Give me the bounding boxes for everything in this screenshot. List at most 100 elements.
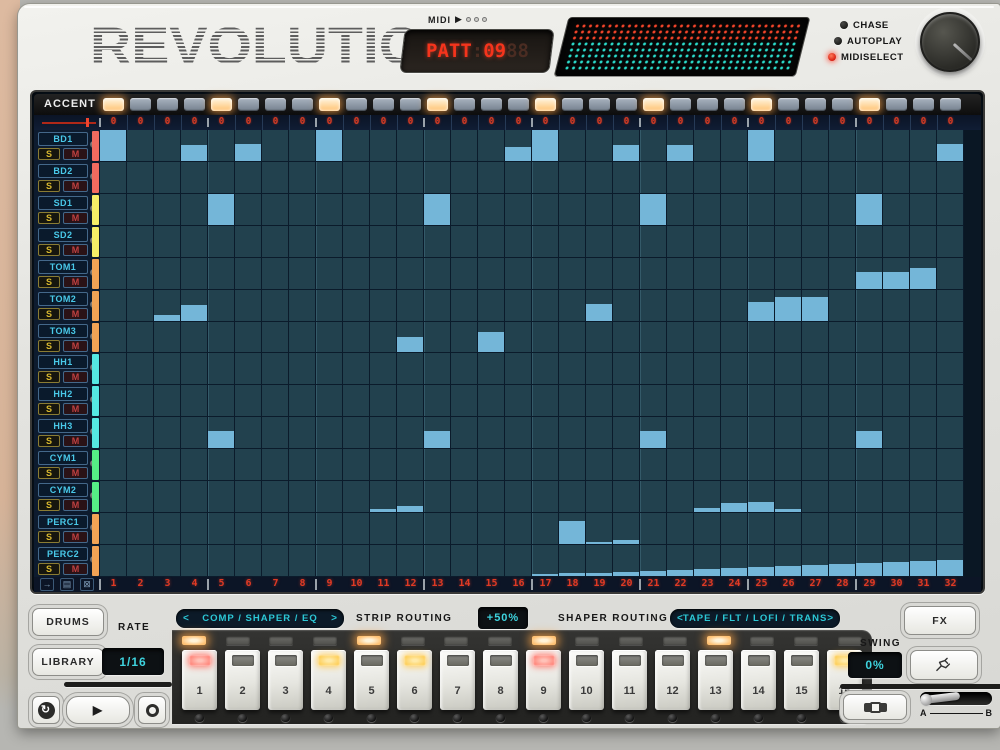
step-cell[interactable] [667, 290, 694, 322]
step-cell[interactable] [100, 545, 127, 577]
step-cell[interactable] [748, 385, 775, 417]
step-cell[interactable] [532, 194, 559, 226]
accent-step-button[interactable] [643, 98, 664, 111]
step-cell[interactable] [721, 449, 748, 481]
step-cell[interactable] [829, 417, 856, 449]
step-cell[interactable] [559, 322, 586, 354]
step-button-14[interactable]: 14 [741, 650, 776, 710]
step-cell[interactable] [208, 258, 235, 290]
step-cell[interactable] [505, 322, 532, 354]
accent-step-button[interactable] [697, 98, 718, 111]
step-cell[interactable] [451, 545, 478, 577]
step-cell[interactable] [559, 449, 586, 481]
step-cell[interactable] [127, 545, 154, 577]
step-cell[interactable] [235, 449, 262, 481]
velocity-value[interactable]: 0 [451, 116, 478, 127]
step-cell[interactable] [586, 545, 613, 577]
step-cell[interactable] [775, 353, 802, 385]
step-cell[interactable] [181, 513, 208, 545]
step-cell[interactable] [937, 162, 964, 194]
step-cell[interactable] [721, 162, 748, 194]
step-cell[interactable] [802, 449, 829, 481]
step-cell[interactable] [316, 162, 343, 194]
step-cell[interactable] [208, 417, 235, 449]
step-cell[interactable] [181, 226, 208, 258]
step-cell[interactable] [910, 417, 937, 449]
step-cell[interactable] [910, 353, 937, 385]
solo-button[interactable]: S [38, 212, 60, 224]
track-name-perc2[interactable]: PERC2 [38, 547, 88, 561]
step-cell[interactable] [289, 353, 316, 385]
step-cell[interactable] [316, 385, 343, 417]
step-cell[interactable] [505, 385, 532, 417]
step-cell[interactable] [910, 194, 937, 226]
velocity-value[interactable]: 0 [343, 116, 370, 127]
step-cell[interactable] [397, 258, 424, 290]
step-cell[interactable] [424, 481, 451, 513]
step-cell[interactable] [235, 162, 262, 194]
velocity-value[interactable]: 0 [802, 116, 829, 127]
step-cell[interactable] [505, 481, 532, 513]
step-cell[interactable] [424, 162, 451, 194]
step-cell[interactable] [532, 258, 559, 290]
velocity-value[interactable]: 0 [478, 116, 505, 127]
step-cell[interactable] [451, 481, 478, 513]
step-cell[interactable] [613, 353, 640, 385]
step-cell[interactable] [613, 481, 640, 513]
step-cell[interactable] [343, 130, 370, 162]
step-cell[interactable] [937, 322, 964, 354]
step-cell[interactable] [262, 353, 289, 385]
step-cell[interactable] [262, 290, 289, 322]
step-cell[interactable] [910, 258, 937, 290]
step-cell[interactable] [100, 130, 127, 162]
step-cell[interactable] [478, 130, 505, 162]
step-cell[interactable] [208, 194, 235, 226]
step-cell[interactable] [316, 417, 343, 449]
step-cell[interactable] [856, 353, 883, 385]
step-cell[interactable] [262, 130, 289, 162]
step-cell[interactable] [856, 290, 883, 322]
step-cell[interactable] [802, 385, 829, 417]
step-cell[interactable] [802, 194, 829, 226]
step-cell[interactable] [370, 353, 397, 385]
accent-step-button[interactable] [859, 98, 880, 111]
step-cell[interactable] [127, 353, 154, 385]
accent-step-button[interactable] [508, 98, 529, 111]
step-cell[interactable] [451, 162, 478, 194]
step-cell[interactable] [910, 449, 937, 481]
step-cell[interactable] [748, 162, 775, 194]
step-cell[interactable] [910, 290, 937, 322]
accent-step-button[interactable] [130, 98, 151, 111]
step-cell[interactable] [883, 481, 910, 513]
step-cell[interactable] [586, 385, 613, 417]
step-cell[interactable] [829, 449, 856, 481]
step-cell[interactable] [424, 130, 451, 162]
step-cell[interactable] [667, 513, 694, 545]
step-cell[interactable] [208, 513, 235, 545]
step-cell[interactable] [505, 226, 532, 258]
step-cell[interactable] [343, 322, 370, 354]
step-cell[interactable] [910, 130, 937, 162]
step-cell[interactable] [478, 449, 505, 481]
velocity-value[interactable]: 0 [127, 116, 154, 127]
mute-button[interactable]: M [63, 435, 88, 447]
step-cell[interactable] [424, 385, 451, 417]
step-cell[interactable] [856, 130, 883, 162]
track-name-tom3[interactable]: TOM3 [38, 324, 88, 338]
step-cell[interactable] [127, 322, 154, 354]
step-cell[interactable] [532, 353, 559, 385]
velocity-value[interactable]: 0 [667, 116, 694, 127]
step-cell[interactable] [748, 417, 775, 449]
mute-button[interactable]: M [63, 180, 88, 192]
step-cell[interactable] [343, 545, 370, 577]
step-cell[interactable] [262, 481, 289, 513]
step-cell[interactable] [559, 130, 586, 162]
step-cell[interactable] [613, 130, 640, 162]
velocity-value[interactable]: 0 [262, 116, 289, 127]
track-name-bd2[interactable]: BD2 [38, 164, 88, 178]
step-cell[interactable] [289, 290, 316, 322]
step-cell[interactable] [667, 258, 694, 290]
step-cell[interactable] [181, 130, 208, 162]
chevron-left-icon[interactable]: < [183, 613, 189, 624]
track-name-cym2[interactable]: CYM2 [38, 483, 88, 497]
